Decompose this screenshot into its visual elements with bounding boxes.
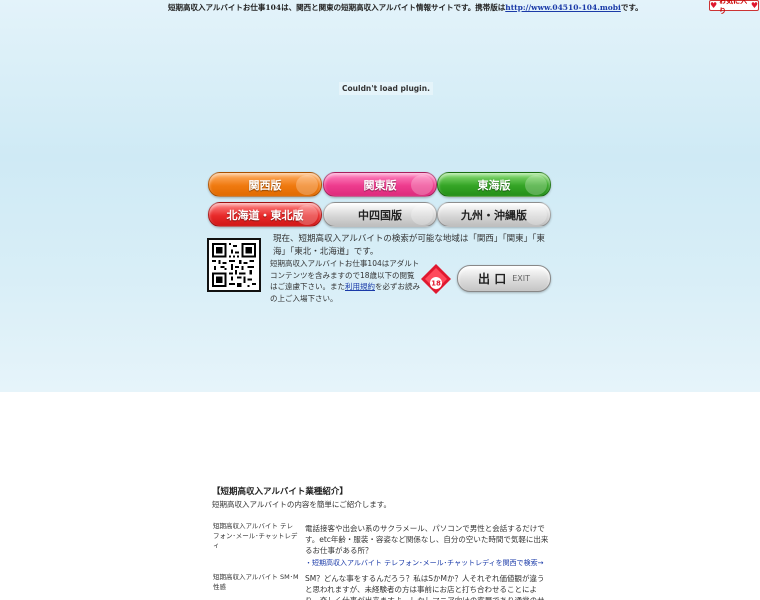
available-regions-text: 現在、短期高収入アルバイトの検索が可能な地域は「関西」「関東」「東海」「東北・北…	[273, 234, 545, 257]
bookmark-label: お気に入り	[719, 0, 748, 15]
age-restriction-notice: 短期高収入アルバイトお仕事104はアダルトコンテンツを含みますので18歳以下の閲…	[270, 258, 420, 304]
region-label-tokai: 東海版	[477, 178, 511, 192]
site-description: 短期高収入アルバイトお仕事104は、関西と関東の短期高収入アルバイト情報サイトで…	[168, 2, 643, 13]
site-description-text: 短期高収入アルバイトお仕事104は、関西と関東の短期高収入アルバイト情報サイトで…	[168, 3, 506, 12]
region-button-hokkaido-tohoku[interactable]: 北海道・東北版	[208, 202, 322, 227]
decor-bubble-icon	[296, 175, 318, 195]
exit-sublabel: EXIT	[512, 274, 530, 283]
job-search-link[interactable]: ・短期高収入アルバイト テレフォン･メール･チャットレディを関西で検索→	[305, 558, 565, 568]
region-button-chushikoku[interactable]: 中四国版	[323, 202, 437, 227]
job-category-description: 電話接客や出会い系のサクラメール、パソコンで男性と会話するだけです。etc年齢・…	[305, 524, 549, 555]
region-label-hokkaido-tohoku: 北海道・東北版	[226, 208, 304, 222]
region-button-kyushu-okinawa[interactable]: 九州・沖縄版	[437, 202, 551, 227]
top-bar: 短期高収入アルバイトお仕事104は、関西と関東の短期高収入アルバイト情報サイトで…	[0, 0, 760, 15]
job-category-description: SM？どんな事をするんだろう？私はSかMか？人それぞれ価値観が違うと思われますが…	[305, 574, 545, 600]
decor-bubble-icon	[525, 175, 547, 195]
site-description-suffix: です。	[620, 3, 643, 12]
mobile-site-link[interactable]: http://www.04510-104.mobi	[505, 3, 621, 12]
job-intro-heading: 【短期高収入アルバイト業種紹介】	[212, 487, 348, 497]
region-button-kansai[interactable]: 関西版	[208, 172, 322, 197]
terms-link[interactable]: 利用規約	[345, 282, 375, 291]
plugin-error-message: Couldn't load plugin.	[339, 82, 433, 95]
region-button-tokai[interactable]: 東海版	[437, 172, 551, 197]
age-18-badge-icon: 18	[420, 263, 452, 295]
region-label-kansai: 関西版	[248, 178, 282, 192]
region-button-kanto[interactable]: 関東版	[323, 172, 437, 197]
region-label-kyushu-okinawa: 九州・沖縄版	[461, 208, 527, 222]
exit-button[interactable]: 出 口 EXIT	[457, 265, 551, 292]
heart-icon: ♥	[710, 0, 718, 10]
bookmark-button[interactable]: ♥ お気に入り ♥	[709, 0, 759, 15]
region-label-kanto: 関東版	[363, 178, 397, 192]
age-badge-number: 18	[431, 280, 441, 288]
exit-label: 出 口	[478, 272, 507, 286]
decor-bubble-icon	[411, 175, 433, 195]
decor-bubble-icon	[296, 205, 318, 225]
decor-bubble-icon	[525, 205, 547, 225]
decor-bubble-icon	[411, 205, 433, 225]
heart-icon: ♥	[750, 0, 758, 10]
qr-code-icon	[207, 238, 261, 292]
job-category-title: 短期高収入アルバイト SM･M性感	[213, 573, 299, 591]
job-intro-description: 短期高収入アルバイトの内容を簡単にご紹介します。	[212, 500, 392, 509]
job-category-title: 短期高収入アルバイト テレフォン･メール･チャットレディ	[213, 522, 298, 549]
region-label-chushikoku: 中四国版	[358, 208, 402, 222]
